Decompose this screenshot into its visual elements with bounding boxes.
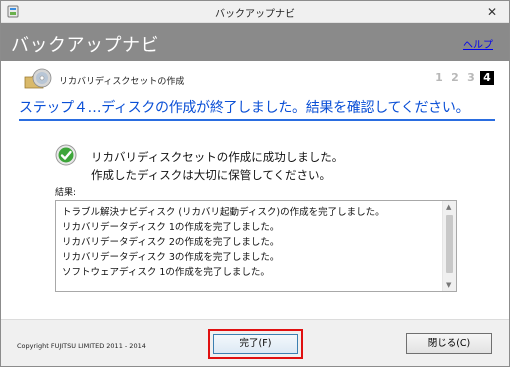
result-label: 結果: [55, 188, 77, 198]
footer: Copyright FUJITSU LIMITED 2011 - 2014 完了… [1, 319, 509, 366]
check-circle-icon [55, 144, 77, 166]
title-bar: バックアップナビ ✕ [1, 1, 509, 23]
step-indicator: 1 2 3 4 [432, 71, 494, 85]
headline-divider [19, 119, 495, 121]
finish-button[interactable]: 完了(F) [213, 334, 298, 354]
result-list-box[interactable]: トラブル解決ナビディスク (リカバリ起動ディスク)の作成を完了しました。 リカバ… [55, 200, 457, 292]
success-message-line2: 作成したディスクは大切に保管してください。 [91, 168, 332, 182]
window-close-button[interactable]: ✕ [485, 5, 499, 19]
result-item: リカバリデータディスク 1の作成を完了しました。 [62, 222, 280, 233]
header-title: バックアップナビ [11, 35, 159, 56]
result-item: トラブル解決ナビディスク (リカバリ起動ディスク)の作成を完了しました。 [62, 207, 385, 218]
result-item: ソフトウェアディスク 1の作成を完了しました。 [62, 267, 270, 278]
result-list: トラブル解決ナビディスク (リカバリ起動ディスク)の作成を完了しました。 リカバ… [62, 205, 442, 280]
scroll-thumb[interactable] [446, 215, 453, 273]
step-name: リカバリディスクセットの作成 [59, 77, 185, 87]
step-number-1: 1 [435, 71, 443, 84]
copyright-text: Copyright FUJITSU LIMITED 2011 - 2014 [17, 342, 146, 350]
step-headline: ステップ４…ディスクの作成が終了しました。結果を確認してください。 [19, 100, 470, 116]
success-message-line1: リカバリディスクセットの作成に成功しました。 [91, 150, 344, 164]
step-number-3: 3 [467, 71, 475, 84]
help-link[interactable]: ヘルプ [463, 36, 493, 51]
scroll-up-arrow-icon[interactable]: ▲ [446, 203, 451, 211]
header-band: バックアップナビ ヘルプ [1, 23, 509, 61]
scroll-down-arrow-icon[interactable]: ▼ [446, 281, 451, 289]
result-scrollbar[interactable]: ▲ ▼ [442, 201, 456, 291]
step-number-2: 2 [451, 71, 459, 84]
close-button[interactable]: 閉じる(C) [406, 333, 492, 354]
result-item: リカバリデータディスク 3の作成を完了しました。 [62, 252, 280, 263]
result-item: リカバリデータディスク 2の作成を完了しました。 [62, 237, 280, 248]
backup-navi-window: バックアップナビ ✕ バックアップナビ ヘルプ リカバリディスクセットの作成 1… [0, 0, 510, 367]
disc-folder-icon [23, 68, 53, 90]
step-number-4-current: 4 [480, 71, 494, 85]
window-title: バックアップナビ [215, 9, 295, 20]
